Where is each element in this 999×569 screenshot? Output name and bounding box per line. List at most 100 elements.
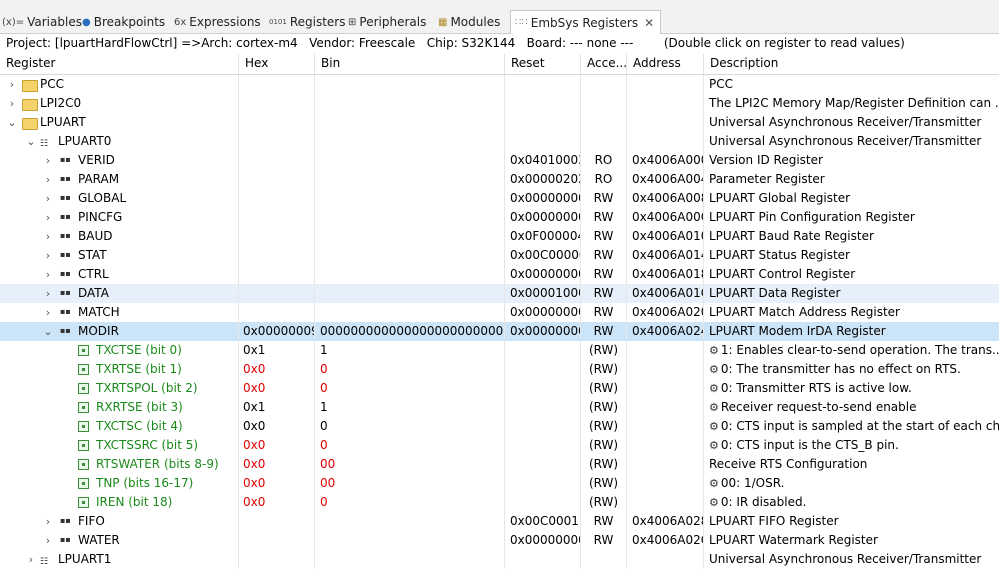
table-row[interactable]: IREN (bit 18) 0x0 0 (RW) ⚙ 0: IR disabled…: [0, 493, 999, 512]
bin-cell: [315, 284, 505, 303]
bin-cell[interactable]: 1: [315, 341, 505, 360]
table-row[interactable]: › ☷ LPUART1 Universal Asynchronous Recei…: [0, 550, 999, 569]
chevron-right-icon[interactable]: ›: [42, 170, 54, 189]
table-row[interactable]: › ▪▪ VERID 0x04010003 RO 0x4006A000 Vers…: [0, 151, 999, 170]
table-row[interactable]: › ▪▪ STAT 0x00C00000 RW 0x4006A014 LPUAR…: [0, 246, 999, 265]
tab-variables[interactable]: (x)= Variables: [2, 12, 82, 32]
description-cell: LPUART Pin Configuration Register: [709, 210, 915, 224]
register-table-header: Register Hex Bin Reset Acce... Address D…: [0, 54, 999, 75]
bitfield-name: IREN (bit 18): [96, 495, 173, 509]
hex-cell: [239, 132, 315, 151]
description-cell: LPUART Control Register: [709, 267, 856, 281]
chevron-right-icon[interactable]: ›: [42, 227, 54, 246]
tab-peripherals[interactable]: ⊞ Peripherals: [348, 12, 426, 32]
enum-desc: 0: IR disabled.: [720, 495, 807, 509]
bin-cell[interactable]: 00: [315, 474, 505, 493]
table-row[interactable]: › ▪▪ WATER 0x00000000 RW 0x4006A02C LPUA…: [0, 531, 999, 550]
reset-cell: [505, 94, 581, 113]
bitfield-icon: [78, 440, 89, 451]
bitfield-name: TNP (bits 16-17): [96, 476, 194, 490]
chevron-right-icon[interactable]: ›: [42, 189, 54, 208]
tab-embsys-registers[interactable]: ∷∷ EmbSys Registers ✕: [510, 10, 662, 34]
bin-cell[interactable]: 0: [315, 417, 505, 436]
close-tab-icon[interactable]: ✕: [644, 16, 654, 30]
table-row[interactable]: TXCTSSRC (bit 5) 0x0 0 (RW) ⚙ 0: CTS inpu…: [0, 436, 999, 455]
description-cell: ⚙ 1: Enables clear-to-send operation. The…: [704, 341, 999, 360]
chevron-down-icon[interactable]: ⌄: [6, 113, 18, 132]
hex-cell[interactable]: 0x0: [239, 436, 315, 455]
bin-cell[interactable]: 0: [315, 379, 505, 398]
hex-cell[interactable]: 0x0: [239, 455, 315, 474]
bin-cell[interactable]: 1: [315, 398, 505, 417]
bin-cell[interactable]: 00: [315, 455, 505, 474]
table-row[interactable]: ⌄ ☷ LPUART0 Universal Asynchronous Recei…: [0, 132, 999, 151]
hex-cell: 0x00000009: [239, 322, 315, 341]
column-header-description[interactable]: Description: [704, 54, 999, 74]
table-row[interactable]: › ▪▪ DATA 0x00001000 RW 0x4006A01C LPUAR…: [0, 284, 999, 303]
table-row[interactable]: TNP (bits 16-17) 0x0 00 (RW) ⚙ 00: 1/OSR.: [0, 474, 999, 493]
chevron-right-icon[interactable]: ›: [25, 550, 37, 569]
table-row[interactable]: TXRTSPOL (bit 2) 0x0 0 (RW) ⚙ 0: Transmit…: [0, 379, 999, 398]
column-header-bin[interactable]: Bin: [315, 54, 505, 74]
table-row-selected[interactable]: ⌄ ▪▪ MODIR 0x00000009 000000000000000000…: [0, 322, 999, 341]
hex-cell[interactable]: 0x0: [239, 417, 315, 436]
chevron-right-icon[interactable]: ›: [42, 303, 54, 322]
tab-modules[interactable]: ▦ Modules: [438, 12, 500, 32]
column-header-reset[interactable]: Reset: [505, 54, 581, 74]
tab-registers[interactable]: 0101 Registers: [269, 12, 346, 32]
table-row[interactable]: › ▪▪ FIFO 0x00C00011 RW 0x4006A028 LPUAR…: [0, 512, 999, 531]
chevron-down-icon[interactable]: ⌄: [42, 322, 54, 341]
bitfield-icon: [78, 421, 89, 432]
chevron-right-icon[interactable]: ›: [42, 208, 54, 227]
chevron-right-icon[interactable]: ›: [6, 94, 18, 113]
column-header-access[interactable]: Acce...: [581, 54, 627, 74]
table-row[interactable]: › ▪▪ BAUD 0x0F000004 RW 0x4006A010 LPUAR…: [0, 227, 999, 246]
address-cell: [627, 341, 704, 360]
chevron-right-icon[interactable]: ›: [42, 512, 54, 531]
column-header-register[interactable]: Register: [0, 54, 239, 74]
hex-cell[interactable]: 0x0: [239, 474, 315, 493]
chevron-right-icon[interactable]: ›: [42, 265, 54, 284]
table-row[interactable]: TXRTSE (bit 1) 0x0 0 (RW) ⚙ 0: The transm…: [0, 360, 999, 379]
hex-cell[interactable]: 0x0: [239, 360, 315, 379]
gear-icon: ⚙: [709, 477, 719, 490]
chevron-right-icon[interactable]: ›: [42, 151, 54, 170]
table-row[interactable]: › PCC PCC: [0, 75, 999, 94]
address-cell: [627, 94, 704, 113]
bin-cell[interactable]: 0: [315, 436, 505, 455]
register-cell: RXRTSE (bit 3): [0, 398, 239, 417]
table-row[interactable]: ⌄ LPUART Universal Asynchronous Receiver…: [0, 113, 999, 132]
column-header-address[interactable]: Address: [627, 54, 704, 74]
bin-cell: [315, 208, 505, 227]
table-row[interactable]: TXCTSC (bit 4) 0x0 0 (RW) ⚙ 0: CTS input …: [0, 417, 999, 436]
chevron-right-icon[interactable]: ›: [42, 284, 54, 303]
column-header-hex[interactable]: Hex: [239, 54, 315, 74]
chevron-down-icon[interactable]: ⌄: [25, 132, 37, 151]
register-name: CTRL: [78, 267, 109, 281]
bitfield-name: TXCTSE (bit 0): [96, 343, 182, 357]
chevron-right-icon[interactable]: ›: [42, 246, 54, 265]
hex-cell[interactable]: 0x1: [239, 341, 315, 360]
table-row[interactable]: › LPI2C0 The LPI2C Memory Map/Register D…: [0, 94, 999, 113]
hex-cell[interactable]: 0x1: [239, 398, 315, 417]
hex-cell[interactable]: 0x0: [239, 379, 315, 398]
address-cell: [627, 379, 704, 398]
description-cell: LPUART Status Register: [709, 248, 850, 262]
bin-cell[interactable]: 0: [315, 493, 505, 512]
table-row[interactable]: › ▪▪ CTRL 0x00000000 RW 0x4006A018 LPUAR…: [0, 265, 999, 284]
chevron-right-icon[interactable]: ›: [6, 75, 18, 94]
table-row[interactable]: › ▪▪ PINCFG 0x00000000 RW 0x4006A00C LPU…: [0, 208, 999, 227]
hex-cell[interactable]: 0x0: [239, 493, 315, 512]
table-row[interactable]: RTSWATER (bits 8-9) 0x0 00 (RW) Receive …: [0, 455, 999, 474]
access-cell: [581, 113, 627, 132]
table-row[interactable]: › ▪▪ MATCH 0x00000000 RW 0x4006A020 LPUA…: [0, 303, 999, 322]
table-row[interactable]: TXCTSE (bit 0) 0x1 1 (RW) ⚙ 1: Enables cl…: [0, 341, 999, 360]
table-row[interactable]: RXRTSE (bit 3) 0x1 1 (RW) ⚙ Receiver requ…: [0, 398, 999, 417]
tab-breakpoints[interactable]: ● Breakpoints: [82, 12, 165, 32]
bin-cell[interactable]: 0: [315, 360, 505, 379]
description-cell: ⚙ 0: CTS input is sampled at the start of…: [704, 417, 999, 436]
table-row[interactable]: › ▪▪ GLOBAL 0x00000000 RW 0x4006A008 LPU…: [0, 189, 999, 208]
tab-expressions[interactable]: 6x Expressions: [174, 12, 261, 32]
table-row[interactable]: › ▪▪ PARAM 0x00000202 RO 0x4006A004 Para…: [0, 170, 999, 189]
chevron-right-icon[interactable]: ›: [42, 531, 54, 550]
